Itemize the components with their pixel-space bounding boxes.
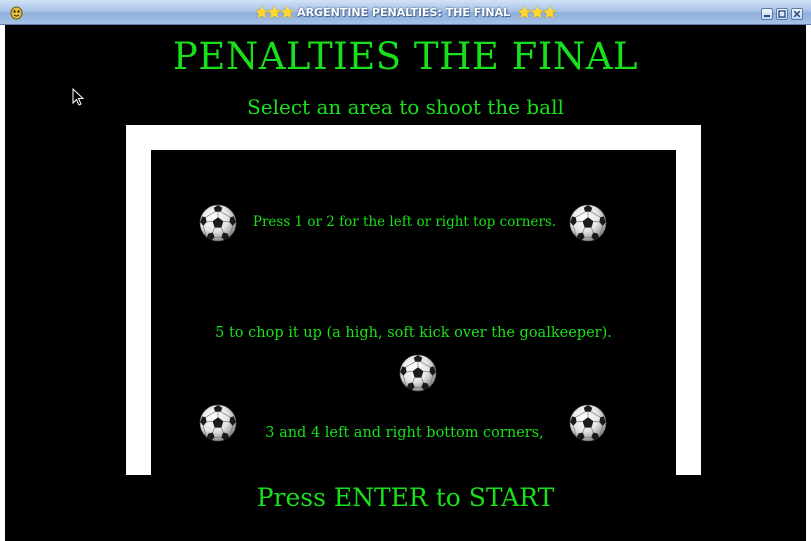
mouse-pointer-icon (72, 88, 84, 106)
close-button[interactable] (791, 8, 803, 20)
window-title: ⭐⭐⭐ ARGENTINE PENALTIES: THE FINAL ⭐⭐⭐ (0, 6, 811, 19)
minimize-icon (764, 15, 770, 17)
window-controls (761, 8, 803, 20)
minimize-button[interactable] (761, 8, 773, 20)
window-titlebar[interactable]: ⭐⭐⭐ ARGENTINE PENALTIES: THE FINAL ⭐⭐⭐ (0, 0, 811, 25)
title-stars-right: ⭐⭐⭐ (517, 6, 557, 19)
close-icon (793, 10, 801, 18)
game-subtitle: Select an area to shoot the ball (247, 95, 564, 119)
soccer-ball-icon-center (399, 354, 437, 392)
title-stars-left: ⭐⭐⭐ (255, 6, 294, 19)
instruction-bottom-corners: 3 and 4 left and right bottom corners, (265, 425, 544, 441)
start-prompt: Press ENTER to START (256, 483, 555, 512)
instruction-chip-shot: 5 to chop it up (a high, soft kick over … (215, 325, 612, 341)
maximize-button[interactable] (776, 8, 788, 20)
window-title-label: ARGENTINE PENALTIES: THE FINAL (297, 6, 511, 19)
maximize-icon (778, 10, 786, 18)
instruction-top-corners: Press 1 or 2 for the left or right top c… (252, 214, 557, 230)
game-canvas[interactable]: PENALTIES THE FINAL Select an area to sh… (5, 25, 806, 541)
game-title: PENALTIES THE FINAL (172, 35, 639, 78)
